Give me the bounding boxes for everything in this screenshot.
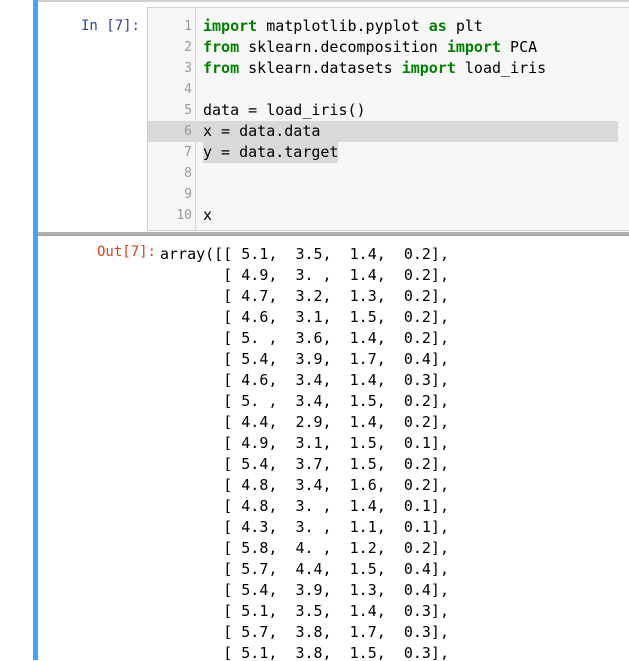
keyword-token: as	[428, 17, 447, 35]
code-token: sklearn.datasets	[239, 59, 402, 77]
output-line: [ 4.6, 3.4, 1.4, 0.3],	[160, 371, 449, 389]
output-line: [ 5.8, 4. , 1.2, 0.2],	[160, 539, 449, 557]
output-line: [ 5. , 3.4, 1.5, 0.2],	[160, 392, 449, 410]
output-line: [ 4.4, 2.9, 1.4, 0.2],	[160, 413, 449, 431]
output-line: [ 5.4, 3.9, 1.7, 0.4],	[160, 350, 449, 368]
keyword-token: import	[203, 17, 258, 35]
output-text: array([[ 5.1, 3.5, 1.4, 0.2], [ 4.9, 3. …	[160, 244, 449, 661]
cell-top-rule	[38, 0, 629, 2]
input-prompt: In [7]:	[80, 18, 140, 34]
keyword-token: import	[401, 59, 456, 77]
line-number: 6	[184, 124, 192, 139]
code-text: from sklearn.datasets import load_iris	[203, 58, 546, 79]
line-number: 2	[184, 40, 192, 55]
line-number: 10	[176, 208, 192, 223]
code-text: data = load_iris()	[203, 100, 366, 121]
output-line: [ 4.7, 3.2, 1.3, 0.2],	[160, 287, 449, 305]
output-line: [ 4.9, 3. , 1.4, 0.2],	[160, 266, 449, 284]
code-line[interactable]: 7 y = data.target	[148, 142, 618, 163]
code-line[interactable]: 10 x	[148, 205, 618, 226]
code-token: load_iris	[455, 59, 547, 77]
keyword-token: import	[446, 38, 502, 56]
line-number: 3	[184, 61, 192, 76]
code-token: data = load_iris()	[203, 101, 366, 119]
code-line[interactable]: 2 from sklearn.decomposition import PCA	[148, 37, 618, 58]
code-line[interactable]: 8	[148, 163, 618, 184]
output-line: [ 5.7, 4.4, 1.5, 0.4],	[160, 560, 449, 578]
output-area: Out[7]: array([[ 5.1, 3.5, 1.4, 0.2], [ …	[38, 235, 629, 661]
code-line[interactable]: 9	[148, 184, 618, 205]
code-token: sklearn.decomposition	[239, 38, 447, 56]
code-text: y = data.target	[203, 142, 339, 163]
line-number: 8	[184, 166, 192, 181]
line-number: 4	[184, 82, 192, 97]
line-number: 5	[184, 103, 192, 118]
code-editor[interactable]: 1 import matplotlib.pyplot as plt 2 from sk…	[147, 7, 629, 231]
code-line[interactable]: 6 x = data.data	[148, 121, 618, 142]
code-token: x = data.data	[203, 122, 321, 140]
output-line: [ 5.4, 3.9, 1.3, 0.4],	[160, 581, 449, 599]
code-token: x	[203, 206, 213, 224]
output-line: [ 5.7, 3.8, 1.7, 0.3],	[160, 623, 449, 641]
code-line[interactable]: 5 data = load_iris()	[148, 100, 618, 121]
code-text: x	[203, 205, 212, 226]
line-number: 9	[184, 187, 192, 202]
output-line: [ 4.9, 3.1, 1.5, 0.1],	[160, 434, 449, 452]
code-token: y = data.target	[203, 143, 339, 161]
output-line: [ 4.8, 3. , 1.4, 0.1],	[160, 497, 449, 515]
code-line[interactable]: 1 import matplotlib.pyplot as plt	[148, 16, 618, 37]
output-line: [ 5.1, 3.8, 1.5, 0.3],	[160, 644, 449, 661]
code-line[interactable]: 3 from sklearn.datasets import load_iris	[148, 58, 618, 79]
line-number: 1	[184, 19, 192, 34]
output-line: array([[ 5.1, 3.5, 1.4, 0.2],	[160, 245, 449, 263]
code-token: plt	[446, 17, 483, 35]
code-text: import matplotlib.pyplot as plt	[203, 16, 483, 37]
output-prompt: Out[7]:	[96, 244, 156, 260]
keyword-token: from	[203, 38, 240, 56]
output-line: [ 5.1, 3.5, 1.4, 0.3],	[160, 602, 449, 620]
output-line: [ 4.6, 3.1, 1.5, 0.2],	[160, 308, 449, 326]
code-text: x = data.data	[203, 121, 320, 142]
line-number: 7	[184, 145, 192, 160]
output-line: [ 4.8, 3.4, 1.6, 0.2],	[160, 476, 449, 494]
code-line[interactable]: 4	[148, 79, 618, 100]
output-line: [ 5.4, 3.7, 1.5, 0.2],	[160, 455, 449, 473]
code-token: PCA	[501, 38, 538, 56]
output-line: [ 4.3, 3. , 1.1, 0.1],	[160, 518, 449, 536]
output-line: [ 5. , 3.6, 1.4, 0.2],	[160, 329, 449, 347]
code-text: from sklearn.decomposition import PCA	[203, 37, 537, 58]
code-token: matplotlib.pyplot	[257, 17, 429, 35]
keyword-token: from	[203, 59, 240, 77]
